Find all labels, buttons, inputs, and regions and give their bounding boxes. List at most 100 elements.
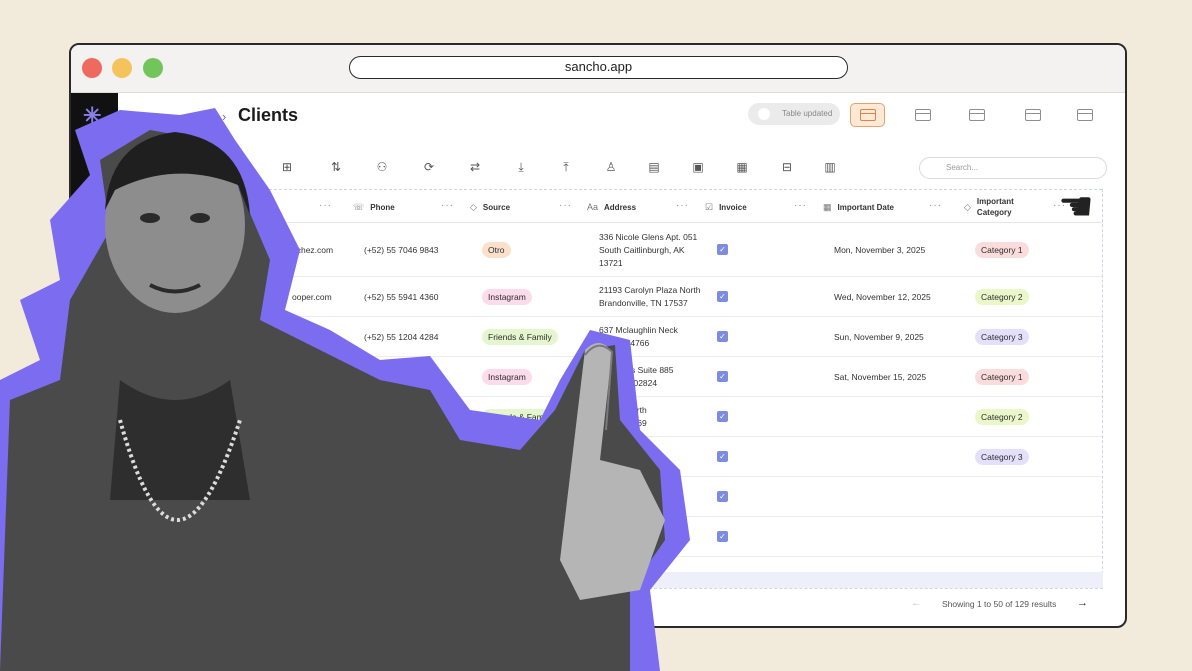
maximize-window-button[interactable]	[143, 58, 163, 78]
column-menu-icon[interactable]: ···	[929, 200, 942, 211]
gantt-view-icon	[1076, 109, 1093, 121]
add-user-icon[interactable]: ♙	[603, 160, 619, 174]
pdf-icon[interactable]: ▥	[822, 160, 838, 174]
swap-icon[interactable]: ⇄	[467, 160, 483, 174]
address-cell: Haven North gh, IA 24869	[599, 404, 647, 430]
table-row[interactable]: Suite 86074 ✓	[119, 477, 1102, 517]
chart-view-button[interactable]	[1015, 103, 1050, 127]
category-badge: Category 1	[975, 369, 1029, 385]
status-toggle-icon	[758, 108, 770, 120]
source-badge: s & Family	[482, 449, 534, 465]
address-line: South Caitlinburgh, AK	[599, 244, 685, 255]
category-badge: Category 1	[975, 242, 1029, 258]
sort-icon[interactable]: ⇅	[328, 160, 344, 174]
address-line: e East	[599, 445, 624, 455]
card-view-button[interactable]	[905, 103, 940, 127]
tag-icon: ◇	[964, 201, 971, 212]
column-header-source[interactable]: ◇ Source	[470, 190, 510, 224]
table-footer-bar	[118, 572, 1103, 588]
important-date-cell: Wed, November 12, 2025	[834, 292, 931, 302]
address-line: 336 Nicole Glens Apt. 051	[599, 231, 698, 242]
invoice-checkbox[interactable]: ✓	[717, 451, 728, 462]
address-line: 637 Mclaughlin Neck	[599, 325, 678, 335]
download-icon[interactable]: ⤓	[513, 160, 529, 175]
table-row[interactable]: vin.biz (+52) 55 1204 4284 Friends & Famil…	[119, 317, 1102, 357]
source-badge: Friends & Family	[482, 329, 558, 345]
column-menu-icon[interactable]: ···	[441, 200, 454, 211]
table-row[interactable]: nchez.com (+52) 55 7046 9843 Otro 336 Nicol…	[119, 223, 1102, 277]
invoice-checkbox[interactable]: ✓	[717, 371, 728, 382]
column-menu-icon[interactable]: ···	[794, 200, 807, 211]
calendar-settings-icon[interactable]: ▦	[734, 160, 750, 174]
group-icon[interactable]: ⚇	[374, 160, 390, 174]
table-row[interactable]: Friends & Family Haven North gh, IA 24869 ✓…	[119, 397, 1102, 437]
browser-window: sancho.app ✳ › Clients Table updated ⊞ ⇅…	[69, 43, 1127, 628]
app-logo-icon[interactable]: ✳	[83, 103, 101, 129]
previous-page-icon[interactable]: ←	[911, 597, 922, 609]
column-header-address[interactable]: Aa Address	[587, 190, 636, 224]
next-page-icon[interactable]: →	[1077, 597, 1088, 609]
category-badge: Category 3	[975, 329, 1029, 345]
calendar-icon: ▦	[823, 201, 832, 212]
gantt-view-button[interactable]	[1067, 103, 1102, 127]
minimize-window-button[interactable]	[112, 58, 132, 78]
close-window-button[interactable]	[82, 58, 102, 78]
category-badge: Category 3	[975, 449, 1029, 465]
pagination-text: Showing 1 to 50 of 129 results	[942, 599, 1057, 609]
table-row[interactable]: 04877 ✓	[119, 517, 1102, 557]
checkbox-icon: ☑	[705, 201, 714, 212]
invoice-checkbox[interactable]: ✓	[717, 411, 728, 422]
column-menu-icon[interactable]: ···	[676, 200, 689, 211]
invoice-checkbox[interactable]: ✓	[717, 331, 728, 342]
invoice-icon[interactable]: ▣	[690, 160, 706, 174]
address-line: 13721	[599, 257, 623, 268]
table-row[interactable]: ooper.com (+52) 55 5941 4360 Instagram 2119…	[119, 277, 1102, 317]
phone-cell: (+52) 55 7046 9843	[364, 245, 439, 255]
table-row[interactable]: Instagram hel Views Suite 885 hire, MN 028…	[119, 357, 1102, 397]
invoice-checkbox[interactable]: ✓	[717, 531, 728, 542]
table-header: ··· ☏ Phone ··· ◇ Source ··· Aa Address ···…	[119, 189, 1102, 223]
column-header-important-date[interactable]: ▦ Important Date	[823, 190, 894, 224]
text-icon: Aa	[587, 202, 599, 212]
address-line: Haven North	[599, 405, 647, 415]
add-column-icon[interactable]: ⊞	[279, 160, 295, 174]
sidebar: ✳	[71, 93, 118, 626]
category-badge: Category 2	[975, 409, 1029, 425]
address-line: 61	[599, 458, 609, 468]
address-line: hire, MN 02824	[599, 378, 658, 388]
invoice-checkbox[interactable]: ✓	[717, 244, 728, 255]
column-menu-icon[interactable]: ···	[559, 200, 572, 211]
important-date-cell: Sun, November 9, 2025	[834, 332, 924, 342]
column-menu-icon[interactable]: ···	[319, 200, 332, 211]
calendar-view-button[interactable]	[959, 103, 994, 127]
hand-cursor-icon: ☚	[1058, 185, 1094, 229]
calendar-view-icon	[968, 109, 985, 121]
address-line: Suite	[599, 485, 619, 495]
important-date-cell: Sat, November 15, 2025	[834, 372, 927, 382]
column-header-phone[interactable]: ☏ Phone	[353, 190, 395, 224]
clipboard-icon[interactable]: ▤	[646, 160, 662, 174]
table-settings-icon[interactable]: ⊟	[779, 160, 795, 174]
address-bar[interactable]: sancho.app	[349, 56, 848, 79]
address-cell: Suite 86074	[599, 484, 623, 510]
invoice-checkbox[interactable]: ✓	[717, 491, 728, 502]
table-view-button[interactable]	[850, 103, 885, 127]
address-line: Brandonville, TN 17537	[599, 298, 688, 308]
column-header-invoice[interactable]: ☑ Invoice	[705, 190, 747, 224]
address-line: 86074	[599, 498, 623, 508]
email-cell: ooper.com	[292, 292, 332, 302]
address-line: 04877	[599, 525, 623, 535]
card-view-icon	[914, 109, 931, 121]
search-input[interactable]: Search...	[919, 157, 1107, 179]
upload-icon[interactable]: ⤒	[558, 160, 574, 175]
breadcrumb-chevron-icon: ›	[222, 109, 227, 124]
address-line: gh, IA 24869	[599, 418, 647, 428]
column-header-important-category[interactable]: ◇ Important Category	[964, 190, 1044, 224]
address-cell: 21193 Carolyn Plaza North Brandonville, T…	[599, 284, 700, 310]
invoice-checkbox[interactable]: ✓	[717, 291, 728, 302]
table-row[interactable]: s & Family e East 61 ✓ Category 3	[119, 437, 1102, 477]
source-badge: Instagram	[482, 369, 532, 385]
refresh-icon[interactable]: ⟳	[421, 160, 437, 174]
status-text: Table updated	[782, 109, 833, 118]
phone-icon: ☏	[353, 201, 365, 212]
